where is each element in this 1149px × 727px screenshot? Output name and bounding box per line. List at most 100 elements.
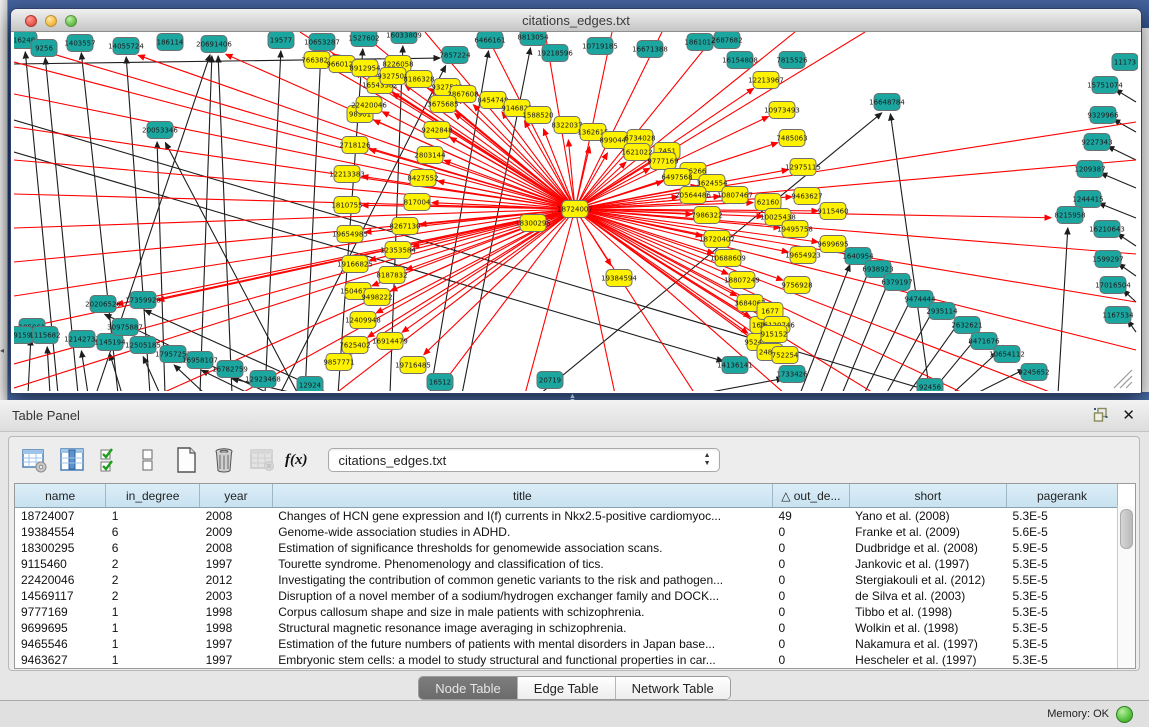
table-scrollbar[interactable] (1117, 506, 1135, 668)
network-node[interactable]: 16154808 (722, 52, 758, 69)
network-node[interactable]: 16210643 (1089, 221, 1125, 238)
network-node[interactable]: 6497568 (661, 169, 692, 186)
column-header-pagerank[interactable]: pagerank (1007, 484, 1118, 508)
network-node[interactable]: 14136141 (717, 357, 753, 374)
network-node[interactable]: 20719 (537, 372, 563, 389)
network-node[interactable]: 7857224 (439, 47, 471, 64)
network-node[interactable]: 16782759 (212, 361, 248, 378)
column-header-in_degree[interactable]: in_degree (106, 484, 200, 508)
network-node[interactable]: 16033809 (386, 32, 422, 44)
network-node[interactable]: 12409948 (345, 312, 381, 329)
network-node[interactable]: 1599297 (1092, 251, 1123, 268)
table-row[interactable]: 946362711997Embryonic stem cells: a mode… (15, 652, 1118, 668)
network-node[interactable]: 8427552 (407, 170, 438, 187)
table-row[interactable]: 1872400712008Changes of HCN gene express… (15, 508, 1118, 525)
network-node[interactable]: 12975115 (785, 159, 821, 176)
network-node[interactable]: 10807467 (717, 187, 753, 204)
network-node[interactable]: 7485063 (776, 130, 807, 147)
network-node[interactable]: 12213383 (329, 166, 365, 183)
network-node[interactable]: 12924 (297, 377, 323, 392)
clear-selection-icon[interactable] (133, 445, 163, 475)
network-node[interactable]: 16648784 (869, 94, 905, 111)
network-node[interactable]: 20691406 (196, 36, 232, 53)
network-node[interactable]: 15751074 (1087, 77, 1123, 94)
close-panel-icon[interactable]: ✕ (1122, 406, 1135, 424)
network-node[interactable]: 10719185 (582, 38, 618, 55)
memory-status-indicator[interactable] (1116, 706, 1133, 723)
table-row[interactable]: 911546021997Tourette syndrome. Phenomeno… (15, 556, 1118, 572)
network-node[interactable]: 1167534 (1102, 307, 1134, 324)
network-node[interactable]: 915152 (761, 326, 788, 343)
network-node[interactable]: 8912954 (349, 60, 381, 77)
canvas-resize-grip[interactable] (1114, 370, 1132, 388)
column-header-name[interactable]: name (15, 484, 106, 508)
network-node[interactable]: 62160 (755, 194, 781, 211)
network-node[interactable]: 19495758 (777, 221, 813, 238)
table-row[interactable]: 2242004622012Investigating the contribut… (15, 572, 1118, 588)
network-node[interactable]: 9242848 (421, 122, 452, 139)
network-node[interactable]: 8267130 (389, 218, 420, 235)
network-node[interactable]: 20206526 (85, 296, 121, 313)
network-node[interactable]: 8215958 (1054, 207, 1085, 224)
network-node[interactable]: 6466161 (474, 32, 505, 49)
citation-network-graph[interactable]: 1624892561403557140557241861142069140619… (14, 32, 1138, 391)
network-node[interactable]: 7625402 (339, 337, 370, 354)
table-settings-icon[interactable] (19, 445, 49, 475)
function-builder-icon[interactable]: f(x) (285, 452, 308, 469)
network-node[interactable]: 10688609 (710, 250, 746, 267)
network-node[interactable]: 1733426 (776, 366, 808, 383)
network-node[interactable]: 9463627 (791, 188, 822, 205)
network-node[interactable]: 19654985 (332, 226, 368, 243)
tab-edge-table[interactable]: Edge Table (518, 677, 616, 699)
network-node[interactable]: 9777169 (647, 153, 678, 170)
table-row[interactable]: 1830029562008Estimation of significance … (15, 540, 1118, 556)
network-node[interactable]: 9256 (31, 40, 57, 57)
network-node[interactable]: 8813054 (517, 32, 549, 46)
network-node[interactable]: 18720407 (699, 231, 735, 248)
network-node[interactable]: 1588520 (522, 107, 553, 124)
network-node[interactable]: 9857771 (323, 354, 354, 371)
network-node[interactable]: 2803144 (414, 147, 446, 164)
table-row[interactable]: 1938455462009Genome-wide association stu… (15, 524, 1118, 540)
network-node[interactable]: 7632621 (951, 317, 982, 334)
network-node[interactable]: 19577 (268, 32, 294, 49)
delete-table-disabled-icon[interactable] (247, 445, 277, 475)
network-node[interactable]: 7986322 (691, 207, 722, 224)
network-node[interactable]: 2687682 (711, 32, 742, 49)
column-header-year[interactable]: year (200, 484, 273, 508)
network-node[interactable]: 20053346 (142, 122, 178, 139)
network-node[interactable]: 8187832 (376, 267, 407, 284)
select-all-checks-icon[interactable] (95, 445, 125, 475)
network-node[interactable]: 9227343 (1081, 134, 1112, 151)
network-node[interactable]: 17359928 (125, 292, 161, 309)
network-node[interactable]: 7815526 (776, 52, 808, 69)
network-node[interactable]: 9498222 (361, 289, 392, 306)
network-node[interactable]: 16512 (427, 374, 453, 391)
tab-network-table[interactable]: Network Table (616, 677, 730, 699)
network-node[interactable]: 12353584 (380, 242, 416, 259)
network-file-select[interactable]: citations_edges.txt ▲▼ (328, 448, 720, 472)
network-node[interactable]: 9245652 (1018, 364, 1049, 381)
network-node[interactable]: 1403557 (64, 35, 95, 52)
tab-node-table[interactable]: Node Table (419, 677, 518, 699)
network-node[interactable]: 14055724 (108, 38, 144, 55)
network-node[interactable]: 16671388 (632, 41, 668, 58)
network-node[interactable]: 186114 (157, 34, 184, 51)
float-window-icon[interactable] (1093, 407, 1109, 423)
network-node[interactable]: 19218596 (537, 45, 573, 62)
network-node[interactable]: 10653287 (304, 34, 340, 51)
network-node[interactable]: 2718126 (339, 137, 371, 154)
network-node[interactable]: 92456 (917, 379, 943, 392)
network-node[interactable]: 22420046 (351, 97, 387, 114)
network-node[interactable]: 3675685 (427, 96, 458, 113)
network-node[interactable]: 1244415 (1072, 191, 1103, 208)
network-node[interactable]: 10973493 (764, 102, 800, 119)
network-node[interactable]: 19654923 (785, 247, 821, 264)
network-node[interactable]: 752254 (772, 347, 799, 364)
network-node[interactable]: 10654112 (989, 346, 1025, 363)
table-row[interactable]: 1456911722003Disruption of a novel membe… (15, 588, 1118, 604)
column-header-short[interactable]: short (849, 484, 1006, 508)
panel-collapse-arrow[interactable]: ◂ (0, 346, 4, 355)
new-file-icon[interactable] (171, 445, 201, 475)
network-node[interactable]: 1209387 (1074, 161, 1105, 178)
